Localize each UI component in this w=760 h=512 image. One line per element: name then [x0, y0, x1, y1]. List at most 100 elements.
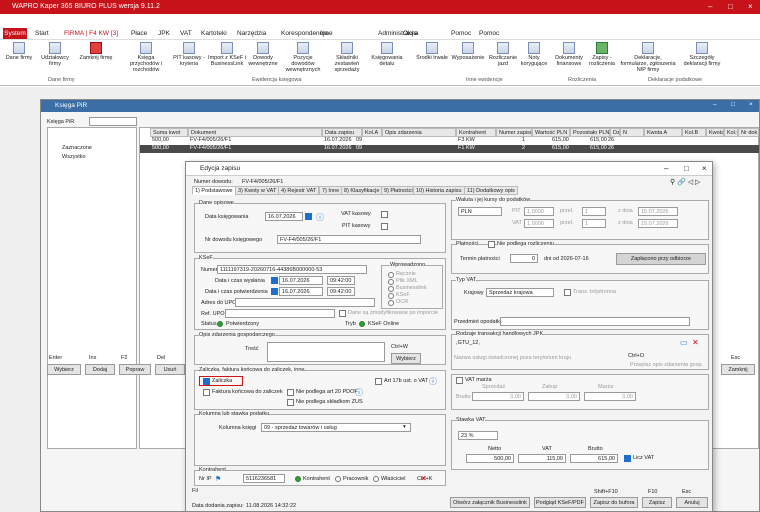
menu-kartoteki[interactable]: Kartoteki	[201, 30, 227, 37]
popraw-button[interactable]: Popraw	[119, 364, 151, 375]
art20-info-icon[interactable]: ⓘ	[355, 387, 363, 398]
col-kolb[interactable]: Kol.B	[682, 128, 706, 137]
col-kwota-a[interactable]: Kwota A	[644, 128, 682, 137]
potwierdzenia-date-input[interactable]: 16.07.2026	[279, 287, 323, 296]
menu-jpk[interactable]: JPK	[158, 30, 170, 37]
gtu-edit-icon[interactable]: ▭	[680, 338, 688, 347]
nie-art20-checkbox[interactable]	[287, 389, 294, 396]
col-data[interactable]: Data zapisu	[322, 128, 362, 137]
art17-info-icon[interactable]: ⓘ	[429, 376, 437, 387]
menu-korespondencja[interactable]: Inne	[320, 30, 333, 37]
col-numer[interactable]: Numer zapisu	[496, 128, 532, 137]
menu-vat[interactable]: VAT	[180, 30, 192, 37]
col-nrdok[interactable]: Nr dok	[738, 128, 759, 137]
pit-date-input[interactable]: 15.07.2026	[638, 207, 678, 216]
col-wartosc[interactable]: Wartość PLN	[532, 128, 570, 137]
kpir-button[interactable]: Księga przychodów i rozchodów	[124, 42, 168, 73]
dane-firmy-button[interactable]: Dane firmy	[3, 42, 35, 61]
adres-upo-input[interactable]	[235, 298, 375, 307]
anuluj-button[interactable]: Anuluj	[676, 497, 708, 508]
potwierdzenia-time-input[interactable]: 09:42:00	[327, 287, 355, 296]
wybierz-button[interactable]: Wybierz	[47, 364, 81, 375]
tree-zaznaczone[interactable]: Zaznaczone	[62, 145, 92, 151]
menu-konfiguracja[interactable]: Narzędzia	[237, 30, 266, 37]
pracownik-radio[interactable]	[335, 476, 341, 482]
pozycje-dowodow-button[interactable]: Pozycje dowodów wewnętrznych	[281, 42, 325, 73]
tab-kwoty-vat[interactable]: 3) Kwoty w VAT	[235, 186, 280, 195]
vat-marza-checkbox[interactable]	[456, 377, 463, 384]
edit-close-icon[interactable]: ×	[702, 164, 707, 173]
nie-zus-checkbox[interactable]	[287, 399, 294, 406]
col-kolc[interactable]: Kol.C	[724, 128, 738, 137]
tree-wszystko[interactable]: Wszystko	[62, 154, 86, 160]
deklaracje-button[interactable]: Deklaracje, formularze, zgłoszenia NIP f…	[620, 42, 676, 73]
kontrahent-radio[interactable]	[295, 476, 301, 482]
dokumenty-finansowe-button[interactable]: Dokumenty finansowe	[552, 42, 586, 67]
nip-input[interactable]: 5116236581	[243, 474, 285, 483]
wlasciciel-radio[interactable]	[373, 476, 379, 482]
menu-pomoc[interactable]: Pomoc	[479, 30, 499, 37]
col-dz[interactable]: Dz	[610, 128, 620, 137]
tab-platnosci[interactable]: 9) Płatności	[381, 186, 416, 195]
szczegoly-deklaracji-button[interactable]: Szczegóły deklaracji firmy	[679, 42, 725, 67]
pit-kasowy-button[interactable]: PIT kasowy - kryteria	[172, 42, 206, 67]
wyslania-checkbox[interactable]	[271, 277, 278, 284]
table-row[interactable]: 500,00 FV-F4/005/26/F1 16.07.2026 09 F3 …	[140, 137, 759, 145]
stawka-vat-select[interactable]: 23 %	[458, 431, 498, 440]
tab-klasyfikacje[interactable]: 8) Klasyfikacje	[341, 186, 383, 195]
vat-date-input[interactable]: 15.07.2026	[638, 219, 678, 228]
menu-okna[interactable]: Pomoc	[451, 30, 471, 37]
wyposazenie-button[interactable]: Wyposażenie	[450, 42, 486, 61]
col-kwota[interactable]: Kwota	[706, 128, 724, 137]
close-icon[interactable]: ×	[748, 2, 753, 11]
data-ksiegowania-calendar-icon[interactable]	[305, 213, 312, 220]
menu-start[interactable]: Start	[35, 30, 49, 37]
przedmiot-input[interactable]	[500, 317, 690, 326]
zaliczka-checkbox[interactable]	[203, 378, 210, 385]
trans-trojstronna-checkbox[interactable]	[564, 289, 571, 296]
kpir-filter-input[interactable]	[89, 117, 137, 126]
przel-vat-input[interactable]: 1	[582, 219, 606, 228]
udzialowcy-button[interactable]: Udziałowcy firmy	[36, 42, 74, 67]
termin-input[interactable]: 0	[510, 254, 538, 263]
kontrahent-clear-icon[interactable]: ✕	[420, 474, 427, 483]
nie-podlega-checkbox[interactable]	[488, 241, 495, 248]
kpir-close-icon[interactable]: ×	[749, 101, 753, 108]
brutto-input[interactable]: 615,00	[570, 454, 618, 463]
tab-inne[interactable]: 7) Inne	[319, 186, 343, 195]
tresc-input[interactable]	[267, 342, 385, 362]
gtu-clear-icon[interactable]: ✕	[692, 338, 699, 347]
col-kola[interactable]: Kol.A	[362, 128, 382, 137]
noty-korygujace-button[interactable]: Noty korygujące	[520, 42, 548, 67]
col-pozostalo[interactable]: Pozostało PLN	[570, 128, 610, 137]
col-dokument[interactable]: Dokument	[188, 128, 322, 137]
ref-upo-input[interactable]	[225, 309, 335, 318]
ksef-numer-input[interactable]: 1111197319-20260716-44386B000000-53	[217, 265, 367, 274]
skladniki-zestawien-button[interactable]: Składniki zestawień sprzedaży	[326, 42, 368, 73]
dane-zmod-checkbox[interactable]	[339, 310, 346, 317]
zamknij-firme-button[interactable]: Zamknij firmę	[76, 42, 116, 61]
waluta-select[interactable]: PLN	[458, 207, 502, 216]
licz-vat-checkbox[interactable]	[624, 455, 631, 462]
marza-wartosc-input[interactable]: 0,00	[584, 392, 636, 401]
art17-checkbox[interactable]	[375, 378, 382, 385]
otworz-zalacznik-button[interactable]: Otwórz załącznik Businesslink	[450, 497, 530, 508]
minimize-icon[interactable]: –	[708, 2, 712, 11]
maximize-icon[interactable]: □	[728, 2, 733, 11]
gtu-input[interactable]: ,GTU_12,	[454, 339, 678, 348]
zamknij-button[interactable]: Zamknij	[721, 364, 755, 375]
edit-minimize-icon[interactable]: –	[664, 164, 668, 173]
table-row-selected[interactable]: 500,00 FV-F4/005/26/F1 16.07.2026 09 F1 …	[140, 145, 759, 153]
rozliczanie-jazd-button[interactable]: Rozliczanie jazd	[487, 42, 519, 67]
edit-maximize-icon[interactable]: □	[684, 164, 689, 173]
tab-rejestr-vat[interactable]: 4) Rejestr VAT	[278, 186, 320, 195]
kpir-maximize-icon[interactable]: □	[731, 101, 735, 108]
vat-input[interactable]: 115,00	[518, 454, 566, 463]
zapisz-button[interactable]: Zapisz	[642, 497, 672, 508]
zapisy-rozliczenia-button[interactable]: Zapisy - rozliczenia	[587, 42, 617, 67]
menu-firma[interactable]: FIRMA | F4 KW [3]	[64, 30, 118, 37]
info-icon[interactable]: ⓘ	[316, 212, 324, 223]
kpir-minimize-icon[interactable]: –	[713, 101, 717, 108]
zapisz-bufor-button[interactable]: Zapisz do bufora	[590, 497, 638, 508]
pit-kasowy-checkbox[interactable]	[381, 223, 388, 230]
